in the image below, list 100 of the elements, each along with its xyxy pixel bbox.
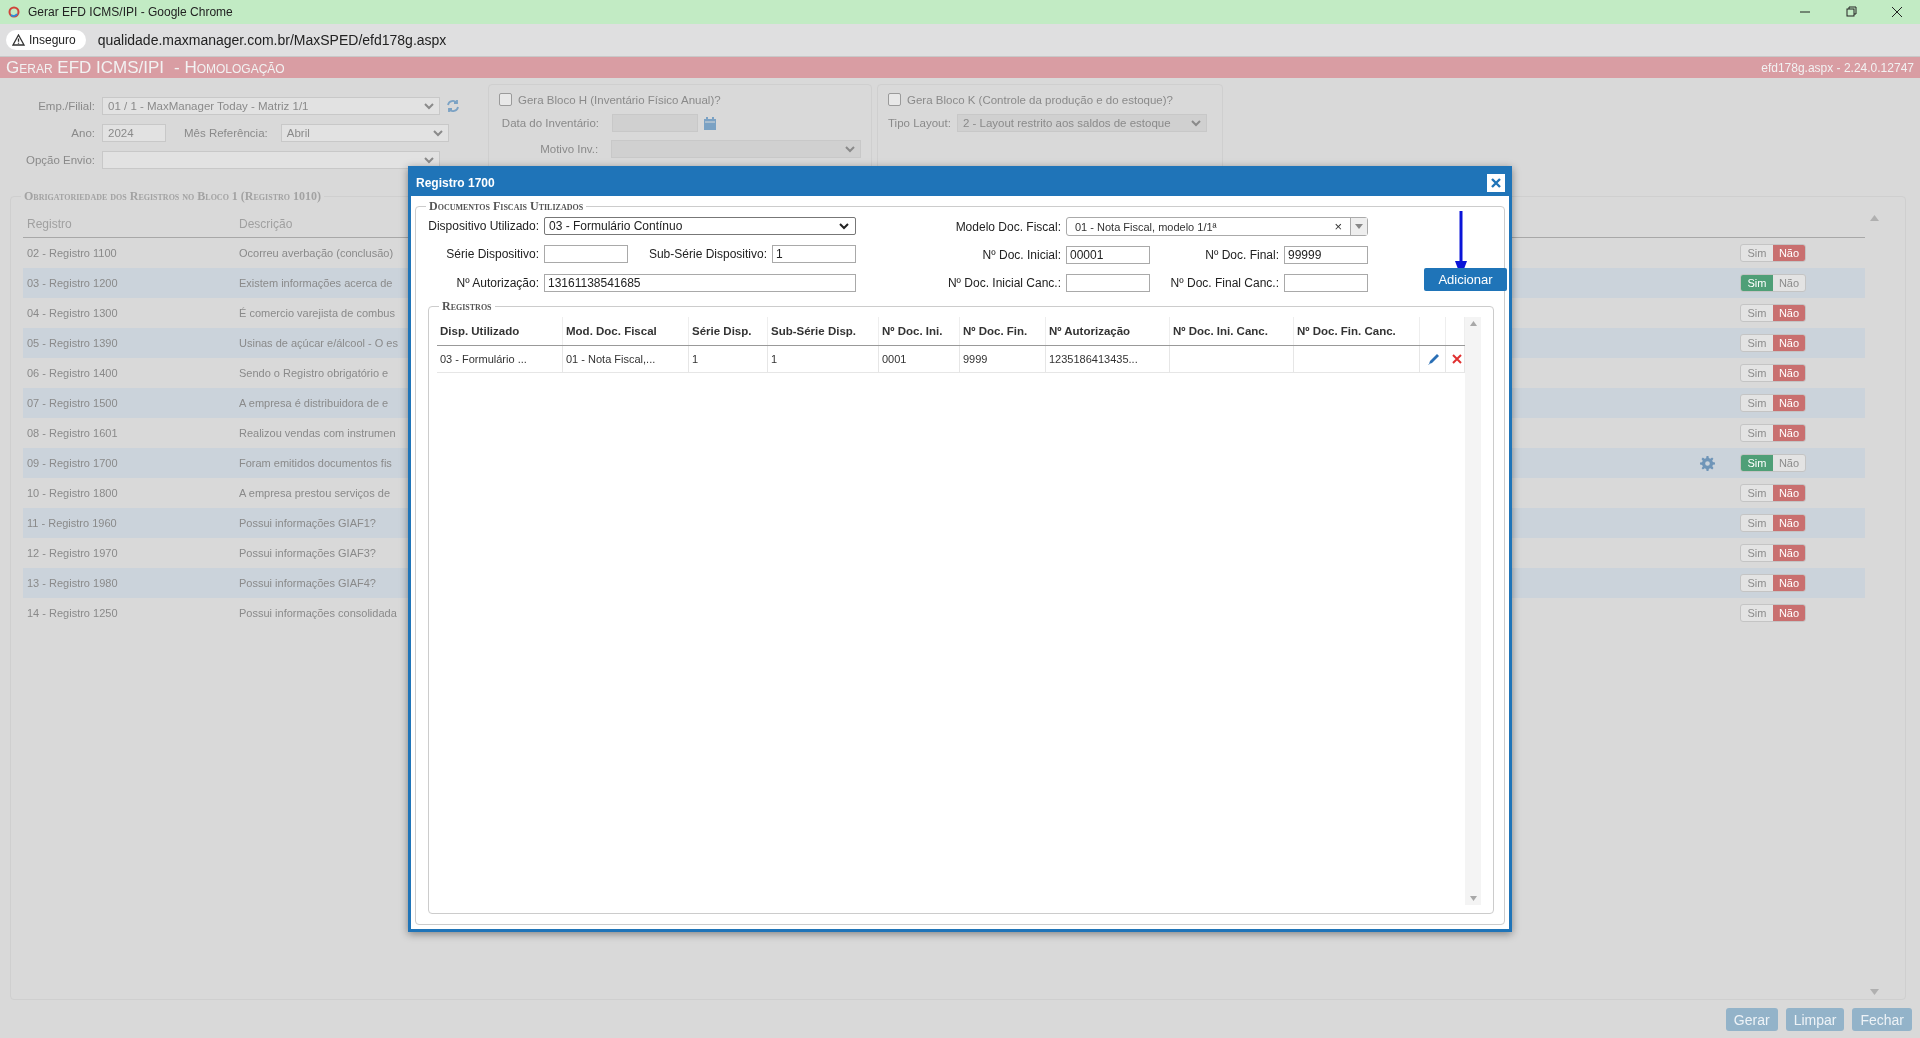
toggle-switch[interactable]: Sim Não: [1740, 334, 1806, 352]
table-cell-text: A empresa é distribuidora de e: [238, 397, 390, 409]
column-header: Sub-Série Disp.: [768, 317, 879, 345]
table-cell: 03 - Formulário ...: [437, 346, 563, 372]
table-cell-text: É comercio varejista de combus: [238, 307, 396, 319]
column-header: Série Disp.: [689, 317, 768, 345]
table-cell-text: Realizou vendas com instrumen: [238, 427, 397, 439]
input-field[interactable]: 99999: [1284, 246, 1368, 264]
toggle-switch[interactable]: Sim Não: [1740, 424, 1806, 442]
column-header: Mod. Doc. Fiscal: [563, 317, 689, 345]
table-cell-text: 07 - Registro 1500: [26, 397, 119, 409]
table-cell-text: 13 - Registro 1980: [26, 577, 119, 589]
device-select[interactable]: 03 - Formulário Contínuo: [544, 217, 856, 236]
column-header: Nº Doc. Ini. Canc.: [1170, 317, 1294, 345]
edit-icon[interactable]: [1427, 352, 1441, 366]
column-header: Disp. Utilizado: [437, 317, 563, 345]
toggle-switch[interactable]: Sim Não: [1740, 604, 1806, 622]
close-button[interactable]: [1487, 173, 1505, 192]
calendar-icon[interactable]: [704, 116, 716, 130]
table-cell-text: 12 - Registro 1970: [26, 547, 119, 559]
checkbox-label: Gera Bloco K (Controle da produção e do estoque)?: [907, 93, 1173, 106]
table-cell-text: 09 - Registro 1700: [26, 457, 119, 469]
scroll-up-icon[interactable]: [1869, 215, 1879, 221]
scroll-down-icon[interactable]: [1869, 989, 1879, 995]
table-cell: 1235186413435...: [1046, 346, 1170, 372]
table-cell-text: Sendo o Registro obrigatório e: [238, 367, 390, 379]
toggle-switch[interactable]: Sim Não: [1740, 544, 1806, 562]
column-header: Descrição: [238, 217, 294, 231]
environment-label: - Homologação: [174, 57, 285, 78]
table-cell-text: Possui informações GIAF1?: [238, 517, 377, 529]
refresh-icon[interactable]: [446, 99, 460, 113]
field-label: Nº Doc. Inicial Canc.:: [946, 276, 1062, 290]
chevron-down-icon: [1190, 119, 1201, 127]
table-cell-text: 10 - Registro 1800: [26, 487, 119, 499]
input-field[interactable]: 00001: [1066, 246, 1150, 264]
checkbox[interactable]: [499, 93, 512, 106]
chevron-down-icon: [424, 102, 434, 110]
column-header: Nº Doc. Ini.: [879, 317, 960, 345]
table-cell-text: 02 - Registro 1100: [26, 247, 118, 259]
warning-icon: [12, 34, 25, 46]
toggle-switch[interactable]: Sim Não: [1740, 244, 1806, 262]
delete-icon[interactable]: [1451, 354, 1462, 364]
company-select[interactable]: 01 / 1 - MaxManager Today - Matriz 1/1: [102, 97, 440, 115]
chevron-down-icon: [432, 129, 443, 137]
field-label: Tipo Layout:: [888, 117, 951, 129]
field-label: Motivo Inv.:: [539, 143, 600, 155]
field-label: Opção Envio:: [24, 154, 96, 166]
toggle-switch[interactable]: Sim Não: [1740, 394, 1806, 412]
action-button[interactable]: Limpar: [1785, 1008, 1845, 1031]
year-field[interactable]: 2024: [102, 124, 166, 142]
input-field[interactable]: [544, 245, 628, 264]
table-cell-text: 11 - Registro 1960: [26, 517, 118, 529]
table-cell-text: 06 - Registro 1400: [26, 367, 119, 379]
field-label: Data do Inventário:: [500, 117, 600, 129]
chevron-down-icon: [424, 156, 434, 164]
input-field[interactable]: 13161138541685: [544, 273, 856, 292]
toggle-switch[interactable]: Sim Não: [1740, 574, 1806, 592]
field-label: Modelo Doc. Fiscal:: [954, 219, 1062, 234]
scroll-down-icon[interactable]: [1469, 896, 1477, 901]
table-cell-text: Possui informações GIAF4?: [238, 577, 377, 589]
url-text[interactable]: qualidade.maxmanager.com.br/MaxSPED/efd178g.aspx: [97, 32, 447, 48]
settings-icon[interactable]: [1700, 455, 1715, 471]
column-header: Nº Doc. Fin. Canc.: [1294, 317, 1420, 345]
security-badge[interactable]: Inseguro: [6, 30, 86, 50]
checkbox[interactable]: [888, 93, 901, 106]
model-select[interactable]: 01 - Nota Fiscal, modelo 1/1ª ×: [1066, 217, 1368, 236]
field-label: Ano:: [70, 127, 96, 139]
table-cell: 01 - Nota Fiscal,...: [563, 346, 689, 372]
scroll-up-icon[interactable]: [1469, 321, 1477, 326]
chevron-down-icon: [839, 222, 849, 230]
month-select[interactable]: Abril: [280, 124, 449, 142]
field-label: Mês Referência:: [183, 127, 269, 139]
column-header: Nº Autorização: [1046, 317, 1170, 345]
input-field[interactable]: [1284, 274, 1368, 292]
toggle-switch[interactable]: Sim Não: [1740, 514, 1806, 532]
field-label: Nº Doc. Final Canc.:: [1169, 276, 1280, 290]
input-field[interactable]: [1066, 274, 1150, 292]
toggle-switch[interactable]: Sim Não: [1740, 454, 1806, 472]
version-text: efd178g.aspx - 2.24.0.12747: [1761, 60, 1914, 75]
field-label: Dispositivo Utilizado:: [428, 219, 540, 234]
table-cell: 1: [768, 346, 879, 372]
window-title: Gerar EFD ICMS/IPI - Google Chrome: [28, 5, 233, 19]
add-button[interactable]: Adicionar: [1424, 268, 1507, 291]
table-cell-text: 14 - Registro 1250: [26, 607, 119, 619]
toggle-switch[interactable]: Sim Não: [1740, 364, 1806, 382]
table-cell-text: Possui informações GIAF3?: [238, 547, 377, 559]
dialog-title: Registro 1700: [416, 175, 495, 190]
table-cell-text: Foram emitidos documentos fis: [238, 457, 393, 469]
scrollbar[interactable]: [1465, 317, 1481, 905]
clear-icon[interactable]: ×: [1334, 219, 1350, 234]
field-label: Nº Doc. Inicial:: [981, 248, 1062, 262]
action-button[interactable]: Fechar: [1852, 1008, 1912, 1031]
toggle-switch[interactable]: Sim Não: [1740, 484, 1806, 502]
table-cell: 9999: [960, 346, 1046, 372]
send-option-select[interactable]: [102, 151, 440, 169]
input-field[interactable]: 1: [772, 245, 856, 264]
table-cell-text: Existem informações acerca de: [238, 277, 394, 289]
toggle-switch[interactable]: Sim Não: [1740, 274, 1806, 292]
toggle-switch[interactable]: Sim Não: [1740, 304, 1806, 322]
action-button[interactable]: Gerar: [1725, 1008, 1778, 1031]
